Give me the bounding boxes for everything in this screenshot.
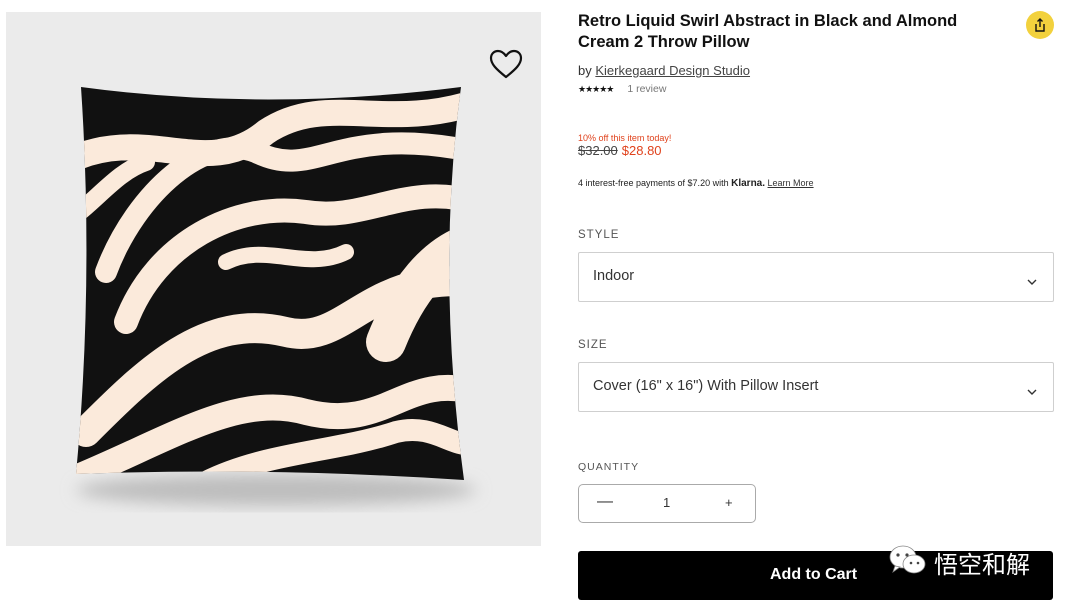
size-select-value: Cover (16" x 16") With Pillow Insert — [593, 378, 819, 394]
klarna-brand: Klarna. — [731, 178, 766, 189]
artist-line: by Kierkegaard Design Studio — [578, 63, 750, 78]
old-price: $32.00 — [578, 143, 618, 158]
quantity-stepper: — 1 + — [578, 484, 756, 523]
pillow-artwork — [76, 87, 476, 506]
style-label: STYLE — [578, 229, 620, 241]
price-block: $32.00 $28.80 — [578, 143, 662, 158]
favorite-heart-icon[interactable] — [488, 48, 524, 80]
chevron-down-icon — [1027, 383, 1037, 401]
product-title: Retro Liquid Swirl Abstract in Black and… — [578, 12, 958, 51]
wechat-icon — [888, 544, 928, 581]
rating[interactable]: ★★★★★ 1 review — [578, 83, 666, 95]
quantity-label: QUANTITY — [578, 461, 640, 473]
quantity-decrease-button[interactable]: — — [597, 493, 613, 511]
sale-price: $28.80 — [621, 143, 662, 158]
style-select[interactable]: Indoor — [578, 252, 1054, 302]
style-select-value: Indoor — [593, 268, 635, 284]
add-to-cart-label: Add to Cart — [770, 566, 858, 583]
klarna-line: 4 interest-free payments of $7.20 with K… — [578, 178, 814, 189]
artist-link[interactable]: Kierkegaard Design Studio — [595, 63, 750, 78]
review-count[interactable]: 1 review — [627, 83, 666, 95]
share-icon[interactable] — [1026, 11, 1054, 39]
size-label: SIZE — [578, 339, 608, 351]
klarna-text: 4 interest-free payments of $7.20 with — [578, 178, 729, 188]
quantity-increase-button[interactable]: + — [725, 495, 733, 510]
quantity-value[interactable]: 1 — [663, 495, 670, 510]
chevron-down-icon — [1027, 273, 1037, 291]
size-select[interactable]: Cover (16" x 16") With Pillow Insert — [578, 362, 1054, 412]
product-image[interactable] — [6, 12, 541, 546]
promo-text: 10% off this item today! — [578, 133, 672, 143]
watermark-text: 悟空和解 — [934, 551, 1030, 579]
learn-more-link[interactable]: Learn More — [768, 178, 814, 188]
by-label: by — [578, 63, 592, 78]
rating-stars: ★★★★★ — [578, 83, 614, 94]
watermark: 悟空和解 — [888, 544, 1030, 581]
product-details: Retro Liquid Swirl Abstract in Black and… — [578, 0, 1054, 610]
